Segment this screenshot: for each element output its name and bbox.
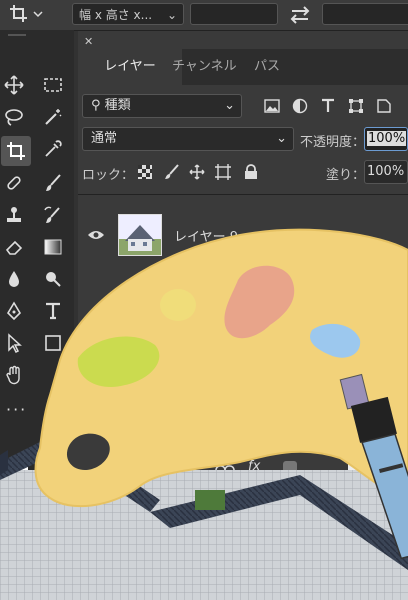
paint-palette [34, 228, 408, 508]
palette-yellow-blob [160, 289, 196, 321]
canvas-illustration [0, 228, 408, 600]
